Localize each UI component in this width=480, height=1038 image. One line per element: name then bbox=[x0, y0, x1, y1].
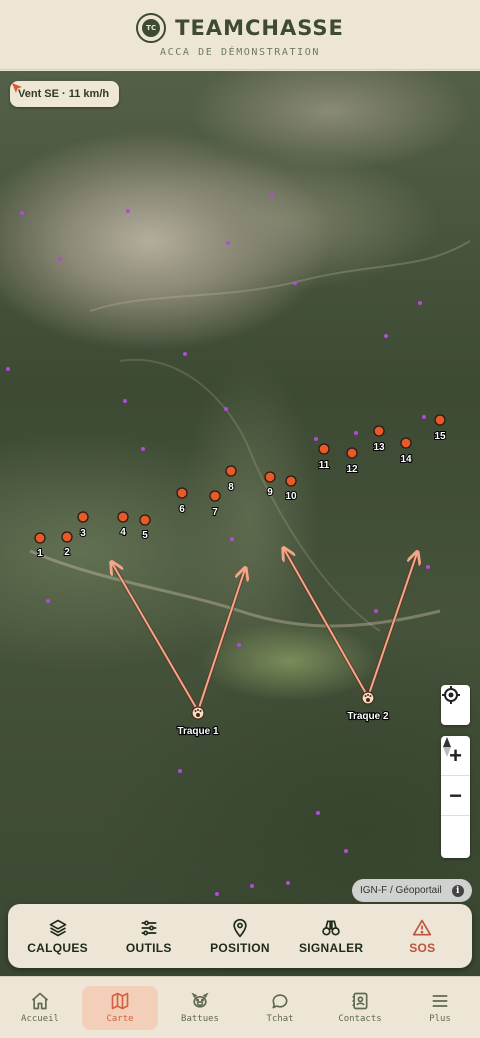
svg-text:9: 9 bbox=[267, 487, 273, 498]
layers-icon bbox=[49, 919, 66, 936]
traque-2-label: Traque 2 bbox=[347, 711, 389, 722]
post-6[interactable]: 6 bbox=[176, 487, 188, 516]
svg-text:11: 11 bbox=[319, 460, 330, 471]
boar-icon bbox=[191, 992, 209, 1008]
report-button[interactable]: SIGNALER bbox=[287, 918, 375, 955]
svg-text:4: 4 bbox=[120, 527, 126, 538]
post-11[interactable]: 11 bbox=[318, 443, 331, 472]
sliders-icon bbox=[141, 920, 157, 935]
nav-chat-label: Tchat bbox=[266, 1014, 294, 1024]
home-icon bbox=[31, 992, 49, 1010]
app-subtitle: ACCA DE DÉMONSTRATION bbox=[159, 47, 321, 58]
nav-map-label: Carte bbox=[106, 1014, 134, 1024]
svg-text:12: 12 bbox=[346, 464, 358, 475]
zoom-out-button[interactable]: − bbox=[441, 776, 470, 816]
poi-dots bbox=[6, 193, 430, 896]
position-label: POSITION bbox=[210, 940, 270, 955]
svg-text:6: 6 bbox=[179, 504, 185, 515]
traque-1-label: Traque 1 bbox=[177, 726, 219, 737]
logo-mark: TC bbox=[142, 19, 161, 37]
map-overlay: Traque 1 Traque 2 1 2 3 4 5 6 7 8 9 10 1… bbox=[6, 193, 471, 896]
menu-icon bbox=[432, 995, 448, 1007]
logo: TC bbox=[136, 13, 167, 43]
wind-indicator: Vent SE · 11 km/h bbox=[10, 81, 120, 107]
svg-text:13: 13 bbox=[373, 442, 385, 453]
traque-2-marker[interactable]: Traque 2 bbox=[346, 691, 390, 723]
post-markers: 1 2 3 4 5 6 7 8 9 10 11 12 13 14 15 bbox=[34, 414, 447, 560]
compass-icon bbox=[443, 737, 451, 757]
bottom-navigation: Accueil Carte Battues Tchat Contacts Plu… bbox=[0, 976, 480, 1038]
sos-label: SOS bbox=[409, 940, 436, 955]
crosshair-icon bbox=[442, 686, 460, 704]
post-13[interactable]: 13 bbox=[372, 425, 386, 454]
map-icon bbox=[111, 992, 129, 1010]
zoom-controls: + − bbox=[441, 736, 470, 858]
nav-hunts-label: Battues bbox=[181, 1014, 219, 1024]
warning-icon bbox=[413, 919, 432, 935]
svg-text:14: 14 bbox=[400, 454, 412, 465]
nav-hunts[interactable]: Battues bbox=[162, 986, 238, 1030]
svg-text:15: 15 bbox=[434, 431, 446, 442]
map-toolbar: CALQUES OUTILS POSITION SIGNALER SOS bbox=[8, 904, 472, 968]
post-12[interactable]: 12 bbox=[345, 447, 359, 476]
layers-label: CALQUES bbox=[27, 940, 88, 955]
binoculars-icon bbox=[322, 920, 340, 935]
contacts-icon bbox=[352, 992, 368, 1010]
nav-map[interactable]: Carte bbox=[82, 985, 158, 1030]
svg-text:10: 10 bbox=[285, 491, 297, 502]
svg-text:1: 1 bbox=[37, 548, 43, 559]
svg-text:8: 8 bbox=[228, 482, 234, 493]
chat-bubble-icon bbox=[272, 994, 288, 1009]
post-10[interactable]: 10 bbox=[284, 475, 298, 503]
sos-button[interactable]: SOS bbox=[378, 918, 466, 955]
locate-button[interactable] bbox=[441, 685, 470, 725]
tools-button[interactable]: OUTILS bbox=[105, 918, 193, 955]
post-15[interactable]: 15 bbox=[433, 414, 447, 443]
brand: TC TEAMCHASSE bbox=[0, 13, 480, 43]
nav-home[interactable]: Accueil bbox=[2, 986, 78, 1030]
post-7[interactable]: 7 bbox=[209, 490, 221, 519]
layers-button[interactable]: CALQUES bbox=[14, 918, 102, 955]
post-4[interactable]: 4 bbox=[117, 511, 129, 539]
nav-contacts-label: Contacts bbox=[338, 1014, 382, 1024]
info-icon: i bbox=[451, 884, 464, 897]
nav-contacts[interactable]: Contacts bbox=[322, 986, 398, 1030]
nav-home-label: Accueil bbox=[21, 1014, 59, 1024]
traque-1-marker[interactable]: Traque 1 bbox=[176, 706, 220, 738]
position-button[interactable]: POSITION bbox=[196, 918, 284, 955]
nav-more[interactable]: Plus bbox=[402, 986, 478, 1030]
wind-text: Vent SE · 11 km/h bbox=[18, 88, 110, 100]
svg-text:3: 3 bbox=[80, 528, 86, 539]
compass-button[interactable] bbox=[441, 737, 470, 856]
post-8[interactable]: 8 bbox=[225, 465, 237, 494]
traque-arrows bbox=[112, 549, 417, 713]
post-5[interactable]: 5 bbox=[139, 514, 151, 542]
post-9[interactable]: 9 bbox=[264, 471, 276, 499]
svg-text:7: 7 bbox=[212, 507, 218, 518]
nav-more-label: Plus bbox=[429, 1014, 451, 1024]
post-3[interactable]: 3 bbox=[77, 511, 89, 540]
svg-text:5: 5 bbox=[142, 530, 148, 541]
map-view[interactable]: Traque 1 Traque 2 1 2 3 4 5 6 7 8 9 10 1… bbox=[0, 71, 480, 976]
map-attribution[interactable]: IGN-F / Géoportail i bbox=[352, 879, 472, 902]
attribution-text: IGN-F / Géoportail bbox=[360, 885, 442, 896]
map-pin-icon bbox=[233, 918, 247, 938]
app-title: TEAMCHASSE bbox=[175, 16, 344, 40]
wind-direction-icon bbox=[12, 83, 22, 93]
nav-chat[interactable]: Tchat bbox=[242, 986, 318, 1030]
report-label: SIGNALER bbox=[298, 940, 364, 955]
tools-label: OUTILS bbox=[125, 940, 172, 955]
post-14[interactable]: 14 bbox=[399, 437, 413, 466]
post-2[interactable]: 2 bbox=[61, 531, 73, 559]
app-header: TC TEAMCHASSE ACCA DE DÉMONSTRATION bbox=[0, 0, 480, 70]
svg-text:2: 2 bbox=[64, 547, 70, 558]
